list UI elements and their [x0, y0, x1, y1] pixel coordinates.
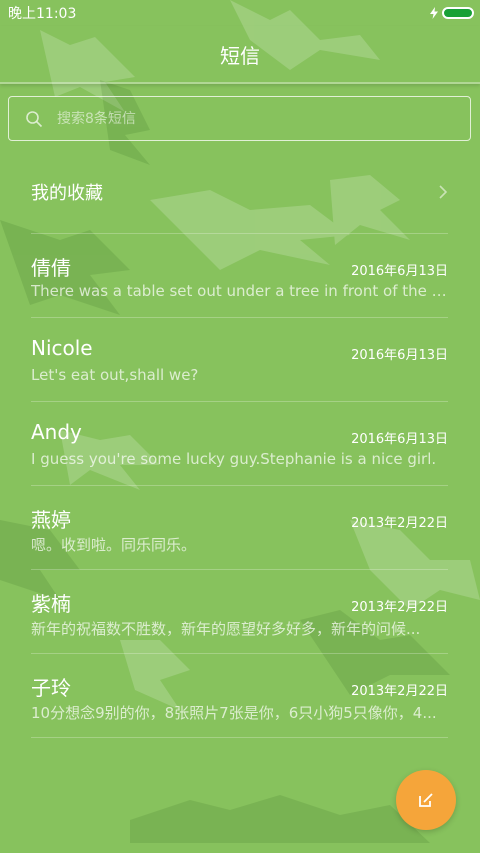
- compose-button[interactable]: [396, 770, 456, 830]
- page-title: 短信: [220, 43, 260, 68]
- title-bar: 短信: [0, 26, 480, 84]
- contact-name: 紫楠: [31, 592, 71, 616]
- conversation-item[interactable]: 紫楠 2013年2月22日 新年的祝福数不胜数，新年的愿望好多好多，新年的问候.…: [31, 570, 448, 654]
- message-preview: 10分想念9别的你，8张照片7张是你，6只小狗5只像你，4...: [31, 704, 437, 722]
- contact-name: 子玲: [31, 676, 71, 700]
- conversation-item[interactable]: 倩倩 2016年6月13日 There was a table set out …: [31, 234, 448, 318]
- search-box[interactable]: [8, 96, 471, 141]
- search-icon: [26, 110, 43, 127]
- message-preview: 新年的祝福数不胜数，新年的愿望好多好多，新年的问候...: [31, 620, 421, 638]
- contact-name: Nicole: [31, 336, 93, 360]
- status-bar: 晚上11:03: [0, 0, 480, 26]
- conversation-item[interactable]: 燕婷 2013年2月22日 嗯。收到啦。同乐同乐。: [31, 486, 448, 570]
- contact-name: 倩倩: [31, 256, 71, 280]
- message-preview: There was a table set out under a tree i…: [31, 282, 448, 300]
- status-time: 晚上11:03: [8, 6, 77, 22]
- favorites-row[interactable]: 我的收藏: [31, 150, 448, 234]
- conversation-item[interactable]: Andy 2016年6月13日 I guess you're some luck…: [31, 402, 448, 486]
- battery-icon: [442, 7, 474, 19]
- chevron-right-icon: [439, 184, 448, 199]
- favorites-label: 我的收藏: [31, 182, 103, 204]
- message-date: 2013年2月22日: [351, 600, 448, 615]
- battery-indicator: [430, 7, 474, 19]
- message-preview: Let's eat out,shall we?: [31, 366, 199, 384]
- message-date: 2016年6月13日: [351, 432, 448, 447]
- conversation-list: 倩倩 2016年6月13日 There was a table set out …: [31, 234, 448, 738]
- contact-name: 燕婷: [31, 508, 71, 532]
- conversation-item[interactable]: 子玲 2013年2月22日 10分想念9别的你，8张照片7张是你，6只小狗5只像…: [31, 654, 448, 738]
- message-date: 2013年2月22日: [351, 684, 448, 699]
- conversation-item[interactable]: Nicole 2016年6月13日 Let's eat out,shall we…: [31, 318, 448, 402]
- message-preview: 嗯。收到啦。同乐同乐。: [31, 536, 197, 554]
- edit-icon: [419, 793, 433, 807]
- contact-name: Andy: [31, 420, 82, 444]
- message-preview: I guess you're some lucky guy.Stephanie …: [31, 450, 437, 468]
- message-date: 2016年6月13日: [351, 264, 448, 279]
- search-input[interactable]: [55, 109, 439, 128]
- message-date: 2016年6月13日: [351, 348, 448, 363]
- charging-bolt-icon: [430, 7, 438, 19]
- message-date: 2013年2月22日: [351, 516, 448, 531]
